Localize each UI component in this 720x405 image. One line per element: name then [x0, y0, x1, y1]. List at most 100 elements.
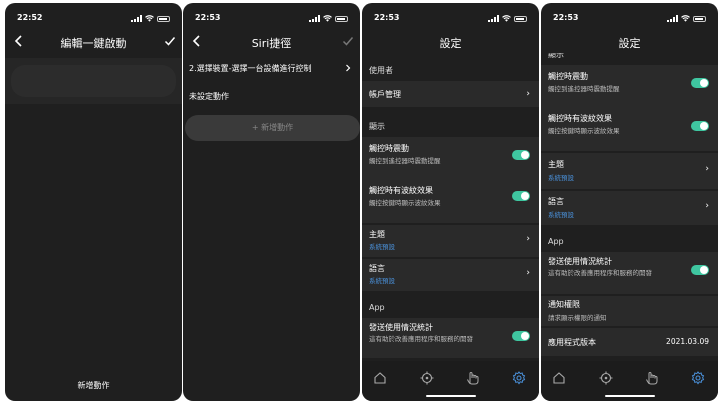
cellular-icon — [488, 15, 499, 22]
tab-bar — [541, 361, 718, 401]
display-group: 觸控時震動 觸控到遙控器時震動提醒 觸控時有波紋效果 觸控按鍵時顯示波紋效果 — [362, 137, 539, 223]
gear-icon[interactable] — [691, 371, 705, 385]
theme-row[interactable]: 主題 系統預設 › — [362, 225, 539, 257]
crosshair-icon[interactable] — [599, 371, 613, 385]
ripple-toggle[interactable] — [512, 191, 530, 201]
notify-desc: 請求顯示權限的通知 — [548, 314, 607, 322]
status-time: 22:53 — [374, 13, 400, 22]
language-row[interactable]: 語言 系統預設 › — [541, 191, 718, 225]
language-value: 系統預設 — [369, 277, 395, 285]
status-time: 22:52 — [17, 13, 43, 22]
stats-desc: 這有助於改善應用程序和服務的開發 — [369, 335, 473, 343]
page-title: 設定 — [618, 37, 641, 50]
ripple-row: 觸控時有波紋效果 觸控按鍵時顯示波紋效果 — [541, 109, 718, 149]
home-indicator — [425, 395, 476, 397]
status-icons — [309, 15, 348, 22]
nav-bar: 編輯一鍵啟動 — [5, 31, 182, 53]
theme-label: 主題 — [369, 230, 385, 239]
ripple-label: 觸控時有波紋效果 — [548, 114, 612, 123]
version-label: 應用程式版本 — [548, 338, 596, 347]
nav-bar: 設定 — [541, 31, 718, 53]
version-row: 應用程式版本 2021.03.09 — [541, 328, 718, 356]
stats-label: 發送使用情況統計 — [369, 323, 433, 332]
account-label: 帳戶管理 — [369, 90, 401, 99]
section-display: 顯示 — [369, 122, 385, 131]
haptic-toggle[interactable] — [691, 78, 709, 88]
theme-label: 主題 — [548, 160, 564, 169]
screen-edit-one-click: 22:52 編輯一鍵啟動 新增動作 — [5, 3, 182, 401]
notify-label: 通知權限 — [548, 300, 580, 309]
cellular-icon — [667, 15, 678, 22]
ripple-desc: 觸控按鍵時顯示波紋效果 — [548, 127, 620, 135]
section-app: App — [548, 237, 564, 246]
screen-siri-shortcut: 22:53 Siri捷徑 2.選擇裝置-選擇一台設備進行控制 未設定動作 + 新… — [183, 3, 360, 401]
cellular-icon — [131, 15, 142, 22]
chevron-right-icon: › — [526, 234, 530, 244]
ripple-toggle[interactable] — [691, 121, 709, 131]
status-bar: 22:53 — [183, 13, 360, 25]
select-device-row[interactable]: 2.選擇裝置-選擇一台設備進行控制 — [189, 63, 354, 77]
stats-toggle[interactable] — [512, 331, 530, 341]
stats-row: 發送使用情況統計 這有助於改善應用程序和服務的開發 — [541, 252, 718, 294]
haptic-desc: 觸控到遙控器時震動提醒 — [548, 85, 620, 93]
language-value: 系統預設 — [548, 211, 574, 219]
haptic-row: 觸控時震動 觸控到遙控器時震動提醒 — [362, 137, 539, 177]
screen-settings: 22:53 設定 使用者 帳戶管理 › 顯示 觸控時震動 觸控到遙控器時震動提醒… — [362, 3, 539, 401]
wifi-icon — [502, 15, 511, 22]
language-label: 語言 — [369, 264, 385, 273]
add-action-button[interactable]: + 新增動作 — [185, 115, 360, 141]
haptic-label: 觸控時震動 — [369, 144, 409, 153]
unset-action-label: 未設定動作 — [189, 92, 229, 101]
hand-icon[interactable] — [466, 371, 480, 385]
stats-label: 發送使用情況統計 — [548, 257, 612, 266]
name-input[interactable] — [11, 65, 176, 97]
battery-icon — [693, 16, 706, 22]
stats-toggle[interactable] — [691, 265, 709, 275]
add-action-button[interactable]: 新增動作 — [5, 380, 182, 391]
home-icon[interactable] — [552, 371, 566, 385]
account-row[interactable]: 帳戶管理 › — [362, 81, 539, 107]
stats-row: 發送使用情況統計 這有助於改善應用程序和服務的開發 — [362, 318, 539, 358]
section-user: 使用者 — [369, 66, 393, 75]
theme-value: 系統預設 — [369, 243, 395, 251]
chevron-right-icon — [346, 64, 351, 72]
crosshair-icon[interactable] — [420, 371, 434, 385]
ripple-row: 觸控時有波紋效果 觸控按鍵時顯示波紋效果 — [362, 181, 539, 221]
battery-icon — [335, 16, 348, 22]
chevron-right-icon: › — [705, 201, 709, 211]
chevron-right-icon: › — [705, 164, 709, 174]
check-icon[interactable] — [164, 35, 176, 47]
notify-row[interactable]: 通知權限 請求顯示權限的通知 — [541, 296, 718, 326]
wifi-icon — [145, 15, 154, 22]
haptic-label: 觸控時震動 — [548, 72, 588, 81]
screen-settings-scrolled: 22:53 設定 顯示 觸控時震動 觸控到遙控器時震動提醒 觸控時有波紋效果 觸… — [541, 3, 718, 401]
haptic-row: 觸控時震動 觸控到遙控器時震動提醒 — [541, 65, 718, 107]
version-value: 2021.03.09 — [666, 337, 709, 346]
select-device-label: 2.選擇裝置-選擇一台設備進行控制 — [189, 64, 312, 73]
nav-bar: 設定 — [362, 31, 539, 53]
home-icon[interactable] — [373, 371, 387, 385]
section-display: 顯示 — [548, 53, 564, 59]
chevron-right-icon: › — [526, 268, 530, 278]
theme-row[interactable]: 主題 系統預設 › — [541, 153, 718, 189]
wifi-icon — [323, 15, 332, 22]
battery-icon — [157, 16, 170, 22]
gear-icon[interactable] — [512, 371, 526, 385]
nav-bar: Siri捷徑 — [183, 31, 360, 53]
haptic-toggle[interactable] — [512, 150, 530, 160]
tab-bar — [362, 361, 539, 401]
check-icon[interactable] — [342, 35, 354, 47]
language-row[interactable]: 語言 系統預設 › — [362, 259, 539, 291]
battery-icon — [514, 16, 527, 22]
hand-icon[interactable] — [645, 371, 659, 385]
status-time: 22:53 — [553, 13, 579, 22]
status-icons — [667, 15, 706, 22]
home-indicator — [604, 395, 655, 397]
cellular-icon — [309, 15, 320, 22]
language-label: 語言 — [548, 197, 564, 206]
status-bar: 22:53 — [541, 13, 718, 25]
page-title: 編輯一鍵啟動 — [60, 37, 127, 50]
theme-value: 系統預設 — [548, 174, 574, 182]
status-icons — [488, 15, 527, 22]
ripple-label: 觸控時有波紋效果 — [369, 186, 433, 195]
